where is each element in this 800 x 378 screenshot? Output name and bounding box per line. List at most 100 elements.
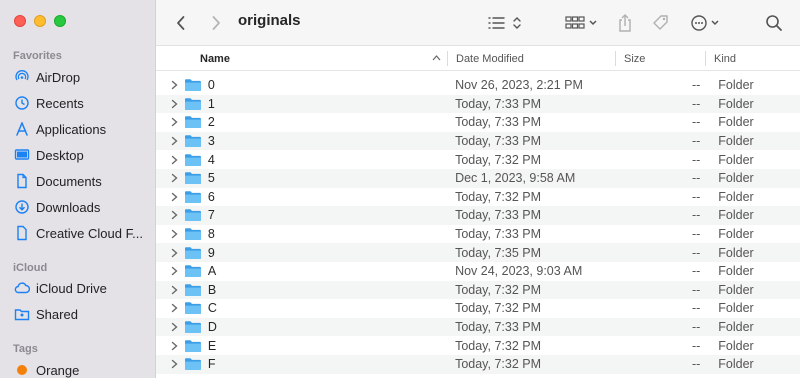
sidebar-section-tags: Tags — [13, 343, 38, 355]
group-button[interactable] — [562, 0, 602, 46]
search-button[interactable] — [762, 0, 786, 46]
file-name: D — [207, 320, 217, 335]
disclosure-chevron-icon[interactable] — [168, 341, 182, 351]
disclosure-chevron-icon[interactable] — [168, 173, 182, 183]
table-row[interactable]: 3 Today, 7:33 PM -- Folder — [156, 131, 800, 151]
main-pane: originals Name Date Modified Size Kind 0… — [156, 0, 800, 378]
table-row[interactable]: D Today, 7:33 PM -- Folder — [156, 317, 800, 337]
sidebar-section-favorites: Favorites — [13, 50, 62, 62]
minimize-window-button[interactable] — [34, 15, 46, 27]
file-size: -- — [691, 245, 701, 260]
column-name-header[interactable]: Name — [156, 46, 448, 71]
table-row[interactable]: 6 Today, 7:32 PM -- Folder — [156, 188, 800, 207]
sidebar-item-creative-cloud-files[interactable]: Creative Cloud F... — [0, 222, 156, 244]
tag-button[interactable] — [649, 0, 673, 46]
file-kind: Folder — [718, 338, 754, 353]
disclosure-chevron-icon[interactable] — [168, 99, 182, 109]
zoom-window-button[interactable] — [54, 15, 66, 27]
view-mode-button[interactable] — [484, 0, 526, 46]
tag-icon — [653, 15, 668, 30]
disclosure-chevron-icon[interactable] — [168, 322, 182, 332]
folder-icon — [184, 284, 201, 296]
table-row[interactable]: C Today, 7:32 PM -- Folder — [156, 299, 800, 318]
file-name: C — [207, 301, 217, 316]
disclosure-chevron-icon[interactable] — [168, 285, 182, 295]
table-row[interactable]: B Today, 7:32 PM -- Folder — [156, 280, 800, 300]
table-row[interactable]: 4 Today, 7:32 PM -- Folder — [156, 150, 800, 169]
sidebar: Favorites AirDrop Recents Applications D… — [0, 0, 156, 378]
file-kind: Folder — [718, 96, 754, 111]
action-menu-button[interactable] — [689, 0, 727, 46]
sidebar-item-shared[interactable]: Shared — [0, 303, 156, 325]
disclosure-chevron-icon[interactable] — [168, 266, 182, 276]
column-size-header[interactable]: Size — [616, 46, 706, 71]
column-kind-header[interactable]: Kind — [706, 46, 800, 71]
sidebar-item-documents[interactable]: Documents — [0, 170, 156, 192]
table-row[interactable]: 7 Today, 7:33 PM -- Folder — [156, 206, 800, 225]
file-date: Today, 7:32 PM — [455, 189, 542, 204]
close-window-button[interactable] — [14, 15, 26, 27]
file-name: 5 — [207, 171, 215, 186]
file-kind: Folder — [718, 227, 754, 242]
table-row[interactable]: 1 Today, 7:33 PM -- Folder — [156, 94, 800, 114]
disclosure-chevron-icon[interactable] — [168, 192, 182, 202]
file-size: -- — [691, 171, 701, 186]
sidebar-item-tag-orange[interactable]: Orange — [0, 359, 156, 378]
disclosure-chevron-icon[interactable] — [168, 303, 182, 313]
file-date: Today, 7:33 PM — [455, 320, 542, 335]
disclosure-chevron-icon[interactable] — [168, 117, 182, 127]
share-button[interactable] — [614, 0, 636, 46]
file-name: E — [207, 338, 217, 353]
file-name: 3 — [207, 134, 215, 149]
table-row[interactable]: A Nov 24, 2023, 9:03 AM -- Folder — [156, 262, 800, 281]
sidebar-item-airdrop[interactable]: AirDrop — [0, 66, 156, 88]
sidebar-item-label: Orange — [36, 362, 80, 378]
file-date: Today, 7:33 PM — [455, 96, 542, 111]
disclosure-chevron-icon[interactable] — [168, 248, 182, 258]
column-size-label: Size — [624, 52, 646, 65]
table-row[interactable]: 2 Today, 7:33 PM -- Folder — [156, 113, 800, 132]
folder-icon — [184, 79, 201, 92]
disclosure-chevron-icon[interactable] — [168, 136, 182, 146]
table-row[interactable]: E Today, 7:32 PM -- Folder — [156, 336, 800, 355]
file-name: 0 — [207, 78, 215, 93]
file-date: Today, 7:33 PM — [455, 227, 542, 242]
disclosure-chevron-icon[interactable] — [168, 155, 182, 165]
table-row[interactable]: 0 Nov 26, 2023, 2:21 PM -- Folder — [156, 76, 800, 95]
table-row[interactable]: 9 Today, 7:35 PM -- Folder — [156, 243, 800, 262]
forward-button[interactable] — [205, 0, 227, 46]
disclosure-chevron-icon[interactable] — [168, 210, 182, 220]
back-button[interactable] — [170, 0, 192, 46]
file-size: -- — [691, 264, 701, 279]
file-date: Today, 7:32 PM — [455, 301, 542, 316]
file-date: Dec 1, 2023, 9:58 AM — [455, 171, 576, 186]
file-name: A — [207, 264, 217, 279]
file-kind: Folder — [718, 320, 754, 335]
table-row[interactable]: 8 Today, 7:33 PM -- Folder — [156, 225, 800, 244]
cloud-icon — [14, 280, 30, 296]
sidebar-item-recents[interactable]: Recents — [0, 92, 156, 114]
file-name: 1 — [207, 96, 215, 111]
disclosure-chevron-icon[interactable] — [168, 80, 182, 90]
file-name: 6 — [207, 189, 215, 204]
table-row[interactable]: 5 Dec 1, 2023, 9:58 AM -- Folder — [156, 168, 800, 188]
ellipsis-circle-icon — [691, 15, 719, 31]
window-title: originals — [238, 12, 301, 29]
sidebar-item-applications[interactable]: Applications — [0, 118, 156, 140]
sidebar-item-downloads[interactable]: Downloads — [0, 196, 156, 218]
column-date-label: Date Modified — [456, 52, 524, 65]
folder-icon — [184, 265, 201, 278]
sidebar-item-label: iCloud Drive — [36, 280, 107, 296]
file-size: -- — [691, 282, 701, 297]
download-icon — [14, 199, 30, 215]
sidebar-item-icloud-drive[interactable]: iCloud Drive — [0, 277, 156, 299]
table-row[interactable]: F Today, 7:32 PM -- Folder — [156, 354, 800, 374]
folder-icon — [184, 302, 201, 315]
disclosure-chevron-icon[interactable] — [168, 229, 182, 239]
disclosure-chevron-icon[interactable] — [168, 359, 182, 369]
folder-icon — [184, 228, 201, 241]
document-icon — [14, 173, 30, 189]
column-date-header[interactable]: Date Modified — [448, 46, 616, 71]
folder-icon — [184, 116, 201, 129]
sidebar-item-desktop[interactable]: Desktop — [0, 144, 156, 166]
